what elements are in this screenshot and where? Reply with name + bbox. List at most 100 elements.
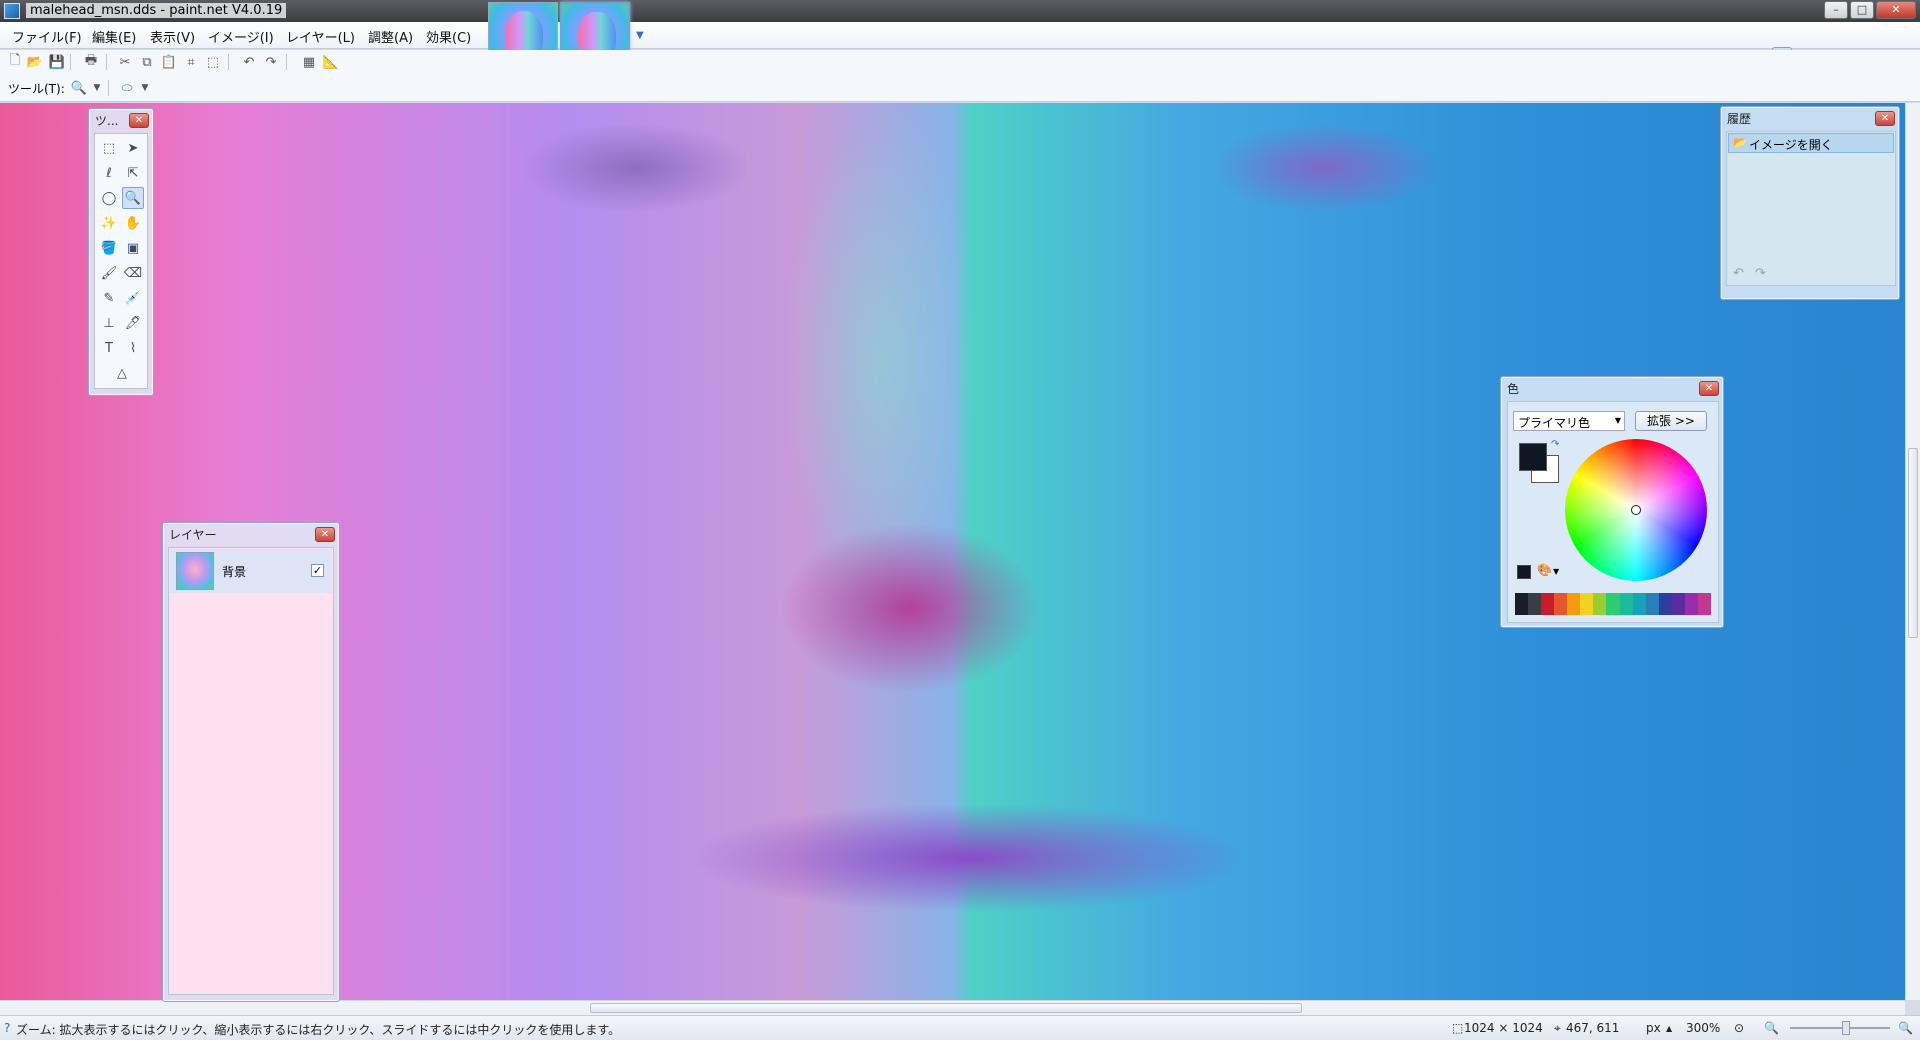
zoom-out-icon[interactable]: 🔍 — [1764, 1021, 1779, 1035]
expand-button[interactable]: 拡張 >> — [1635, 411, 1707, 431]
paint-bucket-icon[interactable]: 🪣 — [98, 237, 120, 259]
redo-icon[interactable]: ↷ — [262, 53, 280, 71]
color-wheel[interactable] — [1565, 439, 1707, 581]
move-selection-icon[interactable]: ⇱ — [122, 162, 144, 184]
pencil-icon[interactable]: ✎ — [98, 287, 120, 309]
tools-panel-title: ツ... — [95, 114, 119, 128]
horizontal-scrollbar[interactable] — [0, 1000, 1905, 1015]
menu-bar: ファイル(F) 編集(E) 表示(V) イメージ(I) レイヤー(L) 調整(A… — [0, 22, 1920, 67]
crop-to-selection-icon[interactable]: ⌗ — [182, 53, 200, 71]
antialias-icon[interactable]: ⬭ — [118, 79, 136, 97]
chevron-down-icon[interactable]: ▼ — [136, 79, 154, 97]
history-item[interactable]: 📂 イメージを開く — [1728, 133, 1894, 153]
close-button[interactable]: ✕ — [1876, 1, 1916, 19]
nose-tip-feature — [780, 523, 1040, 693]
color-mode-value: プライマリ色 — [1518, 416, 1591, 430]
undo-icon[interactable]: ↶ — [240, 53, 258, 71]
history-undo-icon[interactable]: ↶ — [1733, 266, 1744, 281]
lasso-select-icon[interactable]: ℓ — [98, 162, 120, 184]
zoom-in-icon[interactable]: 🔍 — [1898, 1021, 1913, 1035]
minimize-button[interactable]: – — [1824, 1, 1848, 19]
menu-image[interactable]: イメージ(I) — [208, 27, 274, 46]
menu-edit[interactable]: 編集(E) — [92, 27, 136, 46]
color-picker-icon[interactable]: 💉 — [122, 287, 144, 309]
history-redo-icon[interactable]: ↷ — [1755, 266, 1766, 281]
pan-hand-icon[interactable]: ✋ — [122, 212, 144, 234]
ruler-icon[interactable]: 📐 — [322, 53, 340, 71]
paintbrush-icon[interactable]: 🖌 — [98, 262, 120, 284]
units-select[interactable]: px — [1646, 1021, 1661, 1035]
palette-swatch[interactable] — [1658, 593, 1672, 615]
chevron-down-icon[interactable]: ▼ — [88, 79, 106, 97]
primary-color-swatch[interactable] — [1519, 443, 1547, 471]
new-file-icon[interactable]: 🗋 — [6, 53, 24, 71]
zoom-slider-thumb[interactable] — [1842, 1021, 1850, 1035]
text-icon[interactable]: T — [98, 337, 120, 359]
mouth-feature — [690, 803, 1250, 913]
paste-icon[interactable]: 📋 — [160, 53, 178, 71]
palette-menu-icon[interactable]: 🎨 — [1537, 563, 1552, 577]
horizontal-scroll-thumb[interactable] — [590, 1003, 1302, 1013]
chevron-down-icon[interactable]: ▼ — [1553, 567, 1559, 576]
palette-swatch[interactable] — [1645, 593, 1659, 615]
clone-stamp-icon[interactable]: ⊥ — [98, 312, 120, 334]
gradient-icon[interactable]: ▣ — [122, 237, 144, 259]
close-icon[interactable]: ✕ — [129, 113, 149, 128]
layers-list: 背景 ✓ — [168, 547, 334, 995]
layer-visibility-checkbox[interactable]: ✓ — [311, 564, 324, 577]
image-list-dropdown-icon[interactable]: ▼ — [636, 30, 644, 41]
deselect-icon[interactable]: ⬚ — [204, 53, 222, 71]
grid-icon[interactable]: ▦ — [300, 53, 318, 71]
palette-swatch[interactable] — [1567, 593, 1581, 615]
palette-swatch[interactable] — [1593, 593, 1607, 615]
menu-layers[interactable]: レイヤー(L) — [286, 27, 355, 46]
palette-swatch[interactable] — [1684, 593, 1698, 615]
palette-swatch[interactable] — [1619, 593, 1633, 615]
magic-wand-icon[interactable]: ✨ — [98, 212, 120, 234]
close-icon[interactable]: ✕ — [315, 527, 335, 542]
swap-colors-icon[interactable]: ↷ — [1551, 439, 1559, 450]
close-icon[interactable]: ✕ — [1875, 111, 1895, 126]
vertical-scroll-thumb[interactable] — [1908, 448, 1918, 638]
layers-panel: レイヤー ✕ 背景 ✓ — [162, 522, 340, 1002]
menu-view[interactable]: 表示(V) — [150, 27, 195, 46]
recolor-icon[interactable]: 🖊 — [122, 312, 144, 334]
color-mode-select[interactable]: プライマリ色 ▼ — [1513, 411, 1625, 431]
palette-swatch[interactable] — [1580, 593, 1594, 615]
ellipse-select-icon[interactable]: ◯ — [98, 187, 120, 209]
palette-swatch[interactable] — [1697, 593, 1711, 615]
print-icon[interactable]: 🖶 — [82, 53, 100, 71]
copy-icon[interactable]: ⧉ — [138, 53, 156, 71]
close-icon[interactable]: ✕ — [1699, 381, 1719, 396]
color-palette[interactable] — [1515, 593, 1711, 615]
palette-swatch[interactable] — [1515, 593, 1529, 615]
layer-row[interactable]: 背景 ✓ — [170, 549, 332, 593]
eraser-icon[interactable]: ⌫ — [122, 262, 144, 284]
move-selected-icon[interactable]: ➤ — [122, 137, 144, 159]
palette-swatch[interactable] — [1554, 593, 1568, 615]
shapes-icon[interactable]: △ — [109, 362, 135, 384]
palette-swatch[interactable] — [1606, 593, 1620, 615]
zoom-fit-icon[interactable]: ⊙ — [1734, 1021, 1744, 1035]
menu-effects[interactable]: 効果(C) — [426, 27, 471, 46]
menu-adjustments[interactable]: 調整(A) — [368, 27, 413, 46]
palette-swatch[interactable] — [1632, 593, 1646, 615]
cut-icon[interactable]: ✂ — [116, 53, 134, 71]
line-curve-icon[interactable]: ⌇ — [122, 337, 144, 359]
zoom-level[interactable]: 300% — [1686, 1021, 1720, 1035]
vertical-scrollbar[interactable] — [1905, 103, 1920, 1000]
menu-file[interactable]: ファイル(F) — [12, 27, 82, 46]
palette-swatch[interactable] — [1671, 593, 1685, 615]
palette-swatch[interactable] — [1528, 593, 1542, 615]
zoom-slider[interactable] — [1790, 1021, 1890, 1035]
rectangle-select-icon[interactable]: ⬚ — [98, 137, 120, 159]
save-icon[interactable]: 💾 — [48, 53, 66, 71]
tool-select-zoom-icon[interactable]: 🔍 — [70, 79, 88, 97]
zoom-icon[interactable]: 🔍 — [122, 187, 144, 209]
cursor-position: 467, 611 — [1566, 1021, 1620, 1035]
open-file-icon[interactable]: 📂 — [26, 53, 44, 71]
palette-swatch[interactable] — [1541, 593, 1555, 615]
maximize-button[interactable]: □ — [1850, 1, 1874, 19]
image-size: 1024 × 1024 — [1464, 1021, 1543, 1035]
chevron-up-icon[interactable]: ▲ — [1666, 1024, 1672, 1033]
